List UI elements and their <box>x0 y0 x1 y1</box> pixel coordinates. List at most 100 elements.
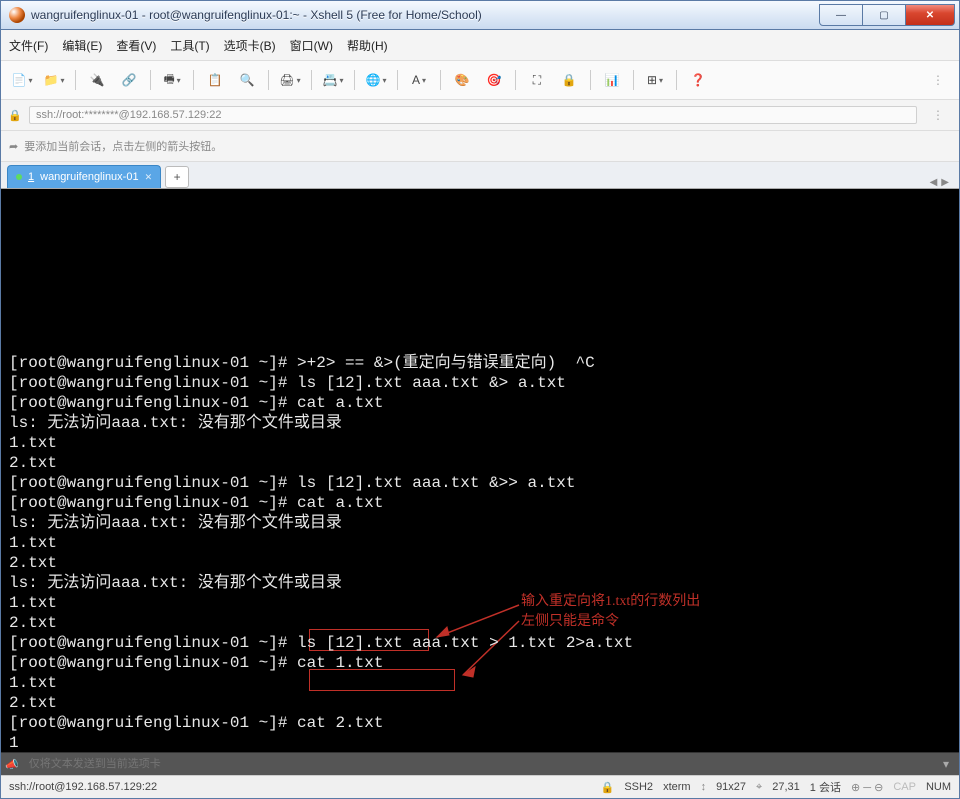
tab-label: wangruifenglinux-01 <box>40 171 138 183</box>
menu-window[interactable]: 窗口(W) <box>290 37 333 54</box>
print-icon: 🖨 <box>279 73 294 87</box>
disconnect-button[interactable]: 🔗 <box>114 68 144 92</box>
print-button[interactable]: 🖨 <box>275 68 305 92</box>
session-manager-button[interactable]: 📊 <box>597 68 627 92</box>
separator <box>311 70 312 90</box>
lock-icon: 🔒 <box>562 73 577 87</box>
tab-next-icon[interactable]: ▶ <box>941 177 949 188</box>
fullscreen-icon: ⛶ <box>533 73 541 88</box>
help-button[interactable]: ❓ <box>683 68 713 92</box>
terminal-line: ls: 无法访问aaa.txt: 没有那个文件或目录 <box>9 413 951 433</box>
tab-index: 1 <box>28 171 34 183</box>
toolbar: 📄 📁 🔌 🔗 🖷 📋 🔍 🖨 📇 🌐 A 🎨 🎯 ⛶ 🔒 📊 ⊞ ❓ ⋮ <box>1 61 959 100</box>
terminal-line: [root@wangruifenglinux-01 ~]# ls [12].tx… <box>9 633 951 653</box>
compose-bar: 📣 ▾ <box>1 752 959 775</box>
status-lock-icon: 🔒 <box>601 781 615 794</box>
terminal-line: ls: 无法访问aaa.txt: 没有那个文件或目录 <box>9 573 951 593</box>
maximize-icon: ▢ <box>879 10 888 21</box>
status-connection: ssh://root@192.168.57.129:22 <box>9 781 591 793</box>
terminal-line: 2.txt <box>9 693 951 713</box>
terminal[interactable]: 输入重定向将1.txt的行数列出 左侧只能是命令 [root@wangruife… <box>1 189 959 752</box>
terminal-line: 1 <box>9 733 951 752</box>
disconnect-icon: 🔗 <box>122 73 137 87</box>
menu-edit[interactable]: 编辑(E) <box>62 37 102 54</box>
terminal-line: [root@wangruifenglinux-01 ~]# cat 1.txt <box>9 653 951 673</box>
close-button[interactable]: ✕ <box>905 4 955 26</box>
paste-icon: 🔍 <box>240 73 255 87</box>
font-icon: A <box>412 73 420 87</box>
hint-bar: ➦ 要添加当前会话，点击左侧的箭头按钮。 <box>1 131 959 162</box>
terminal-line: ls: 无法访问aaa.txt: 没有那个文件或目录 <box>9 513 951 533</box>
terminal-line: 1.txt <box>9 593 951 613</box>
separator <box>354 70 355 90</box>
status-cap: CAP <box>893 781 916 793</box>
font-button[interactable]: A <box>404 68 434 92</box>
tile-button[interactable]: ⊞ <box>640 68 670 92</box>
new-icon: 📄 <box>12 73 27 87</box>
color-icon: 🎨 <box>455 73 470 87</box>
separator <box>268 70 269 90</box>
copy-button[interactable]: 📋 <box>200 68 230 92</box>
session-icon: 📊 <box>605 73 620 87</box>
reconnect-button[interactable]: 🔌 <box>82 68 112 92</box>
separator <box>515 70 516 90</box>
lock-scroll-button[interactable]: 🔒 <box>554 68 584 92</box>
close-icon: ✕ <box>926 10 934 21</box>
menu-tools[interactable]: 工具(T) <box>170 37 209 54</box>
compose-dropdown-icon[interactable]: ▾ <box>937 757 955 771</box>
status-bar: ssh://root@192.168.57.129:22 🔒 SSH2 xter… <box>1 775 959 798</box>
tab-prev-icon[interactable]: ◀ <box>930 177 938 188</box>
close-tab-icon[interactable]: ✕ <box>145 172 153 183</box>
terminal-line: 2.txt <box>9 453 951 473</box>
paste-button[interactable]: 🔍 <box>232 68 262 92</box>
address-input[interactable]: ssh://root:********@192.168.57.129:22 <box>29 106 917 124</box>
session-tab[interactable]: 1 wangruifenglinux-01 ✕ <box>7 165 161 188</box>
separator <box>633 70 634 90</box>
separator <box>440 70 441 90</box>
separator <box>193 70 194 90</box>
status-size: 91x27 <box>716 781 746 793</box>
fullscreen-button[interactable]: ⛶ <box>522 68 552 92</box>
terminal-line: 1.txt <box>9 673 951 693</box>
terminal-line: [root@wangruifenglinux-01 ~]# cat a.txt <box>9 493 951 513</box>
toolbar-overflow[interactable]: ⋮ <box>923 68 953 92</box>
color-scheme-button[interactable]: 🎨 <box>447 68 477 92</box>
arrow-icon[interactable]: ➦ <box>9 140 18 153</box>
copy-icon: 📋 <box>208 73 223 87</box>
keymap-button[interactable]: 📇 <box>318 68 348 92</box>
terminal-line: [root@wangruifenglinux-01 ~]# ls [12].tx… <box>9 473 951 493</box>
encoding-button[interactable]: 🌐 <box>361 68 391 92</box>
status-sessions: 1 会话 <box>810 779 841 795</box>
separator <box>150 70 151 90</box>
new-tab-button[interactable]: + <box>165 166 189 188</box>
terminal-line: 2.txt <box>9 613 951 633</box>
status-term: xterm <box>663 781 691 793</box>
lock-icon: 🔒 <box>7 107 23 123</box>
minimize-button[interactable]: — <box>819 4 863 26</box>
maximize-button[interactable]: ▢ <box>863 4 905 26</box>
open-icon: 📁 <box>44 73 59 87</box>
highlight-icon: 🎯 <box>487 73 502 87</box>
titlebar[interactable]: wangruifenglinux-01 - root@wangruifengli… <box>1 1 959 30</box>
minimize-icon: — <box>836 10 846 21</box>
menu-bar: 文件(F) 编辑(E) 查看(V) 工具(T) 选项卡(B) 窗口(W) 帮助(… <box>1 30 959 61</box>
tab-scroll: ◀ ▶ <box>930 177 953 188</box>
menu-view[interactable]: 查看(V) <box>116 37 156 54</box>
hint-text: 要添加当前会话，点击左侧的箭头按钮。 <box>24 138 222 154</box>
menu-options[interactable]: 选项卡(B) <box>224 37 276 54</box>
keymap-icon: 📇 <box>323 73 338 87</box>
highlight-button[interactable]: 🎯 <box>479 68 509 92</box>
terminal-line: 1.txt <box>9 533 951 553</box>
compose-input[interactable] <box>25 756 931 772</box>
open-session-button[interactable]: 📁 <box>39 68 69 92</box>
menu-file[interactable]: 文件(F) <box>9 37 48 54</box>
address-overflow[interactable]: ⋮ <box>923 103 953 127</box>
status-ssh: SSH2 <box>624 781 653 793</box>
menu-help[interactable]: 帮助(H) <box>347 37 388 54</box>
properties-button[interactable]: 🖷 <box>157 68 187 92</box>
window-title: wangruifenglinux-01 - root@wangruifengli… <box>31 8 819 22</box>
new-session-button[interactable]: 📄 <box>7 68 37 92</box>
broadcast-icon[interactable]: 📣 <box>5 758 19 771</box>
address-bar: 🔒 ssh://root:********@192.168.57.129:22 … <box>1 100 959 131</box>
terminal-line: 2.txt <box>9 553 951 573</box>
